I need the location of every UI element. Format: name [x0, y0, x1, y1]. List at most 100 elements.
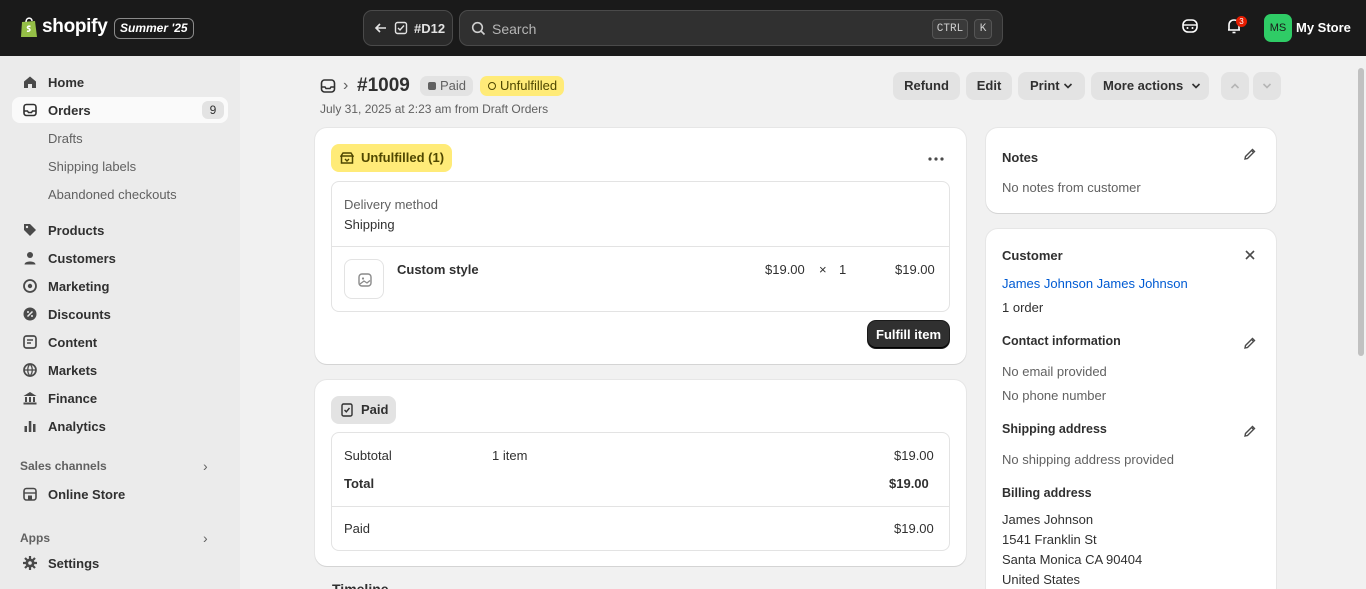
sidebar-item-label: Settings: [48, 556, 100, 571]
paid-status-label: Paid: [361, 402, 389, 417]
payment-summary-box: [331, 432, 950, 551]
pencil-icon[interactable]: [1243, 147, 1257, 161]
timeline-heading: Timeline: [332, 582, 389, 589]
search-icon: [471, 21, 486, 36]
notes-card: [986, 128, 1276, 213]
sidebar-item-label: Marketing: [48, 279, 110, 294]
notification-count-badge: 3: [1236, 16, 1247, 27]
shopify-bag-icon: [21, 17, 37, 37]
search-input[interactable]: Search CTRL K: [459, 10, 1003, 46]
home-icon: [24, 76, 36, 88]
sales-channels-heading[interactable]: Sales channels: [20, 459, 107, 473]
chevron-up-icon: [1230, 83, 1240, 89]
sidebar-item-label: Products: [48, 223, 105, 238]
close-icon[interactable]: [1244, 249, 1256, 261]
draft-order-icon: [394, 21, 408, 35]
sidebar-item-finance[interactable]: Finance: [12, 385, 228, 411]
globe-icon: [23, 363, 37, 377]
print-button[interactable]: Print: [1018, 72, 1085, 100]
tag-icon: [24, 224, 36, 236]
page-scrollbar[interactable]: [1356, 56, 1366, 589]
discount-icon: [23, 307, 37, 321]
line-item-name[interactable]: Custom style: [397, 262, 479, 277]
sidebar-item-home[interactable]: Home: [12, 69, 228, 95]
paid-label: Paid: [344, 521, 371, 536]
sidebar-item-label: Home: [48, 75, 85, 90]
refund-button[interactable]: Refund: [893, 72, 960, 100]
billing-city: Santa Monica CA 90404: [1002, 552, 1143, 567]
more-actions-label: More actions: [1103, 78, 1184, 93]
payment-status-badge: Paid: [420, 76, 474, 96]
billing-address-title: Billing address: [1002, 486, 1092, 500]
gear-icon: [23, 556, 37, 570]
store-name[interactable]: My Store: [1296, 20, 1351, 35]
brand-name: shopify: [42, 16, 108, 37]
sidebar-item-markets[interactable]: Markets: [12, 357, 228, 383]
sidebar-item-discounts[interactable]: Discounts: [12, 301, 228, 327]
edition-badge[interactable]: Summer '25: [114, 18, 194, 39]
arrow-left-icon: [374, 23, 386, 33]
sidebar-item-label: Drafts: [48, 131, 83, 146]
no-email-text: No email provided: [1002, 364, 1107, 379]
person-icon: [24, 252, 36, 265]
sidebar-item-marketing[interactable]: Marketing: [12, 273, 228, 299]
sidebar-item-online-store[interactable]: Online Store: [12, 481, 228, 507]
breadcrumb-separator: ›: [343, 77, 349, 94]
sidebar-item-label: Abandoned checkouts: [48, 187, 177, 202]
back-to-draft-button[interactable]: #D12: [363, 10, 453, 46]
bank-icon: [23, 392, 37, 405]
total-value: $19.00: [889, 476, 929, 491]
shipping-address-title: Shipping address: [1002, 422, 1107, 436]
sidebar-item-settings[interactable]: Settings: [12, 550, 228, 576]
fulfill-item-button[interactable]: Fulfill item: [868, 321, 949, 348]
sidebar-item-label: Analytics: [48, 419, 106, 434]
sidebar-item-analytics[interactable]: Analytics: [12, 413, 228, 439]
subtotal-label: Subtotal: [344, 448, 392, 463]
chevron-right-icon[interactable]: ›: [203, 458, 208, 474]
sidebar-item-customers[interactable]: Customers: [12, 245, 228, 271]
sidebar-item-drafts[interactable]: Drafts: [12, 125, 228, 151]
sidebar-item-products[interactable]: Products: [12, 217, 228, 243]
billing-street: 1541 Franklin St: [1002, 532, 1097, 547]
customer-name-link[interactable]: James Johnson James Johnson: [1002, 276, 1188, 291]
notes-title: Notes: [1002, 150, 1039, 165]
store-avatar[interactable]: MS: [1264, 14, 1292, 42]
order-date-source: July 31, 2025 at 2:23 am from Draft Orde…: [320, 102, 549, 116]
edit-button[interactable]: Edit: [966, 72, 1012, 100]
delivery-method-value: Shipping: [344, 217, 395, 232]
more-actions-button[interactable]: More actions: [1091, 72, 1209, 100]
orders-inbox-icon[interactable]: [320, 78, 336, 94]
notes-text: No notes from customer: [1002, 180, 1141, 195]
sidebar-item-label: Shipping labels: [48, 159, 137, 174]
shortcut-k-key: K: [974, 19, 992, 39]
total-label: Total: [344, 476, 375, 491]
sidebar-item-abandoned-checkouts[interactable]: Abandoned checkouts: [12, 181, 228, 207]
line-item-price: $19.00: [765, 262, 805, 277]
apps-heading[interactable]: Apps: [20, 531, 50, 545]
chevron-down-icon: [1191, 83, 1201, 89]
unfulfilled-box-icon: [340, 152, 354, 164]
content-icon: [23, 335, 37, 349]
sidebar-item-content[interactable]: Content: [12, 329, 228, 355]
customer-title: Customer: [1002, 248, 1063, 263]
bar-chart-icon: [24, 421, 36, 432]
line-item-total: $19.00: [895, 262, 935, 277]
line-item-times: ×: [819, 262, 827, 277]
previous-order-button[interactable]: [1221, 72, 1249, 100]
pencil-icon[interactable]: [1243, 336, 1257, 350]
sidekick-icon[interactable]: [1181, 17, 1199, 35]
draft-tag: #D12: [414, 20, 446, 36]
subtotal-items: 1 item: [492, 448, 528, 463]
sidebar-item-orders[interactable]: Orders 9: [12, 97, 228, 123]
product-thumbnail[interactable]: [344, 259, 384, 299]
fulfillment-status-badge: Unfulfilled: [480, 76, 565, 96]
pencil-icon[interactable]: [1243, 424, 1257, 438]
sidebar-item-shipping-labels[interactable]: Shipping labels: [12, 153, 228, 179]
print-label: Print: [1030, 78, 1060, 93]
next-order-button[interactable]: [1253, 72, 1281, 100]
chevron-right-icon[interactable]: ›: [203, 530, 208, 546]
shopify-logo[interactable]: shopify: [20, 16, 108, 38]
more-options-icon[interactable]: [928, 156, 944, 162]
billing-name: James Johnson: [1002, 512, 1094, 527]
scrollbar-thumb[interactable]: [1358, 68, 1364, 356]
